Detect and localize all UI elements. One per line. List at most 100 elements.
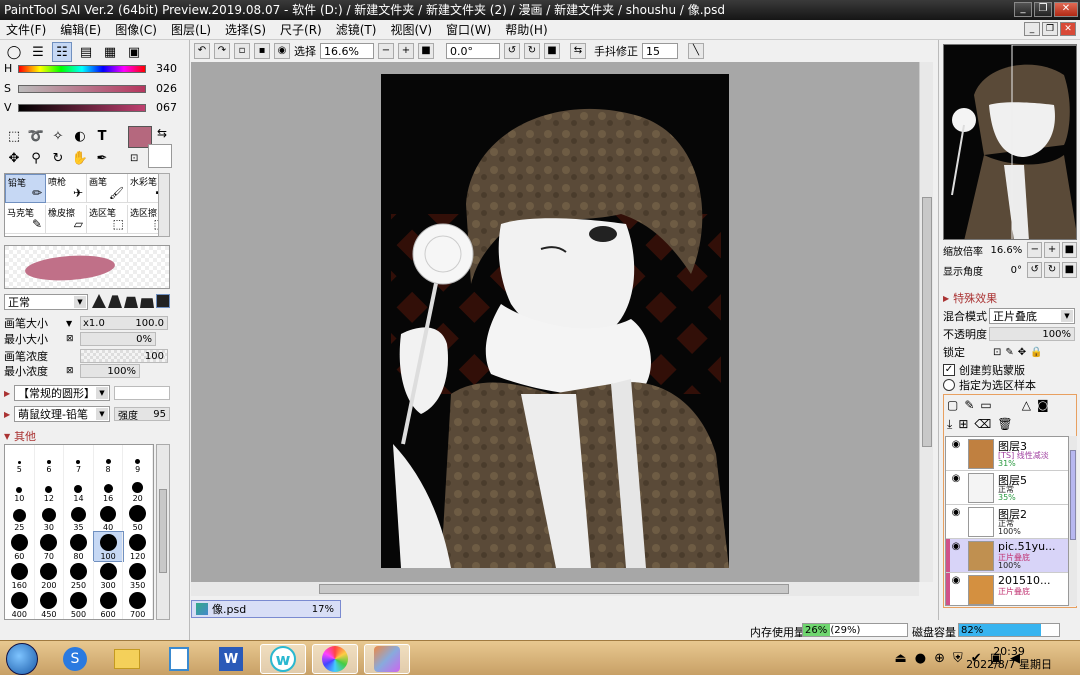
brush-size-preset[interactable]: 700: [123, 590, 153, 619]
brush-size-preset[interactable]: 25: [5, 503, 35, 532]
size-mult-arrow-icon[interactable]: ▼: [66, 319, 80, 328]
redo-icon[interactable]: ↷: [214, 43, 230, 59]
layer-visibility-eye-icon[interactable]: ◉: [948, 507, 964, 521]
new-pen-layer-icon[interactable]: ✎: [964, 398, 974, 412]
layer-visibility-eye-icon[interactable]: ◉: [948, 473, 964, 487]
brush-size-preset[interactable]: 50: [123, 503, 153, 532]
layer-row[interactable]: ◉ 图层2 正常 100%: [946, 505, 1068, 539]
lock-all-icon[interactable]: 🔒: [1030, 347, 1042, 358]
brush-size-preset[interactable]: 12: [35, 474, 65, 503]
eyedropper-icon[interactable]: ✒: [92, 148, 112, 168]
clear-layer-icon[interactable]: ⌫: [974, 417, 991, 432]
rotate-icon[interactable]: ↻: [48, 148, 68, 168]
undo-icon[interactable]: ↶: [194, 43, 210, 59]
layer-mask-icon[interactable]: ◙: [1037, 398, 1049, 412]
notepad-icon[interactable]: [156, 644, 202, 674]
brush-size-preset[interactable]: 350: [123, 561, 153, 590]
menu-filter[interactable]: 滤镜(T): [336, 21, 377, 38]
navigator-angle-value[interactable]: 0°: [991, 263, 1025, 277]
rgb-slider-icon[interactable]: ☰: [28, 42, 48, 62]
texture-strength-field[interactable]: 强度 95: [114, 407, 170, 422]
flip-horizontal-icon[interactable]: ⇆: [570, 43, 586, 59]
layer-visibility-eye-icon[interactable]: ◉: [948, 575, 964, 589]
layer-fx-icon[interactable]: △: [1022, 398, 1031, 412]
zoom-icon[interactable]: ⚲: [26, 148, 46, 168]
navigator-rotate-left-icon[interactable]: ↺: [1027, 262, 1043, 278]
layer-row[interactable]: ◉ 图层3 [TS] 线性减淡 31%: [946, 437, 1068, 471]
brush-density-field[interactable]: 100: [80, 349, 168, 363]
size-presets-scrollbar[interactable]: [156, 444, 170, 620]
brush-tool-eraser[interactable]: 橡皮擦 ▱: [46, 205, 87, 234]
layer-row[interactable]: ◉ pic.51yu... 正片叠底 100%: [946, 539, 1068, 573]
lock-move-icon[interactable]: ✥: [1018, 347, 1026, 358]
palette-icon[interactable]: ▦: [100, 42, 120, 62]
brush-size-preset[interactable]: 500: [64, 590, 94, 619]
tray-network-icon[interactable]: ⊕: [934, 651, 945, 666]
paint-tool-icon[interactable]: [312, 644, 358, 674]
navigator-rotate-reset-icon[interactable]: ■: [1061, 262, 1077, 278]
brush-tool-pencil[interactable]: 铅笔 ✏: [5, 174, 46, 203]
layer-list-scrollbar[interactable]: [1069, 436, 1077, 606]
rotate-reset-icon[interactable]: ■: [544, 43, 560, 59]
brush-size-preset[interactable]: 160: [5, 561, 35, 590]
scratchpad-icon[interactable]: ▣: [124, 42, 144, 62]
delete-layer-icon[interactable]: 🗑: [997, 417, 1012, 432]
menu-select[interactable]: 选择(S): [225, 21, 266, 38]
brush-shape-3-icon[interactable]: [124, 296, 138, 308]
swatch-icon[interactable]: ▤: [76, 42, 96, 62]
menu-layer[interactable]: 图层(L): [171, 21, 211, 38]
expand-arrow-icon[interactable]: ▶: [4, 389, 14, 398]
eye-icon[interactable]: ◉: [274, 43, 290, 59]
shape-icon[interactable]: ◐: [70, 126, 90, 146]
selection-source-checkbox[interactable]: [943, 379, 955, 391]
brush-size-preset[interactable]: 5: [5, 445, 35, 474]
secondary-color-swatch[interactable]: [148, 144, 172, 168]
brush-size-preset[interactable]: 35: [64, 503, 94, 532]
angle-select[interactable]: 0.0°: [446, 43, 500, 59]
brush-size-preset[interactable]: 6: [35, 445, 65, 474]
other-expand-icon[interactable]: ▼: [4, 432, 14, 441]
brush-size-preset[interactable]: 20: [123, 474, 153, 503]
menu-file[interactable]: 文件(F): [6, 21, 46, 38]
new-layer-icon[interactable]: ▢: [947, 398, 958, 412]
hue-slider[interactable]: [18, 64, 146, 73]
brush-size-preset[interactable]: 80: [64, 532, 94, 561]
brush-size-preset[interactable]: 120: [123, 532, 153, 561]
effects-expand-icon[interactable]: ▶: [943, 294, 949, 303]
lasso-icon[interactable]: ➰: [26, 126, 46, 146]
sogou-icon[interactable]: S: [52, 644, 98, 674]
pressure-icon[interactable]: ⊠: [66, 334, 80, 344]
wps-icon[interactable]: w: [260, 644, 306, 674]
canvas-area[interactable]: [191, 62, 919, 582]
rotate-right-icon[interactable]: ↻: [524, 43, 540, 59]
brush-shape-5-icon[interactable]: [156, 294, 170, 308]
ruler-line-icon[interactable]: ╲: [688, 43, 704, 59]
canvas-horizontal-scroll-thumb[interactable]: [319, 584, 789, 594]
clipping-mask-checkbox[interactable]: ✓: [943, 364, 955, 376]
brush-size-preset[interactable]: 200: [35, 561, 65, 590]
min-density-field[interactable]: 100%: [80, 364, 140, 378]
tray-shield-icon[interactable]: ⛨: [953, 651, 963, 666]
navigator-rotate-right-icon[interactable]: ↻: [1044, 262, 1060, 278]
brush-grid-scrollbar[interactable]: [158, 173, 170, 237]
brush-size-preset[interactable]: 8: [94, 445, 124, 474]
new-folder-icon[interactable]: ▭: [980, 398, 991, 412]
menu-help[interactable]: 帮助(H): [505, 21, 547, 38]
zoom-out-icon[interactable]: −: [378, 43, 394, 59]
brush-size-preset[interactable]: 60: [5, 532, 35, 561]
stabilizer-select[interactable]: 15: [642, 43, 678, 59]
value-slider[interactable]: [18, 103, 146, 112]
brush-size-preset[interactable]: 600: [94, 590, 124, 619]
menu-window[interactable]: 窗口(W): [446, 21, 491, 38]
transfer-down-icon[interactable]: ⤓: [947, 417, 952, 432]
swap-colors-icon[interactable]: ⇆: [157, 126, 167, 140]
invert-select-icon[interactable]: ▪: [254, 43, 270, 59]
menu-image[interactable]: 图像(C): [115, 21, 157, 38]
brush-size-preset[interactable]: 100: [92, 531, 125, 562]
close-button[interactable]: ✕: [1054, 2, 1078, 17]
brush-size-preset[interactable]: 70: [35, 532, 65, 561]
maximize-button[interactable]: ❐: [1034, 2, 1052, 17]
zoom-reset-icon[interactable]: ■: [418, 43, 434, 59]
menu-edit[interactable]: 编辑(E): [60, 21, 101, 38]
layer-row[interactable]: ◉ 201510... 正片叠底: [946, 573, 1068, 605]
